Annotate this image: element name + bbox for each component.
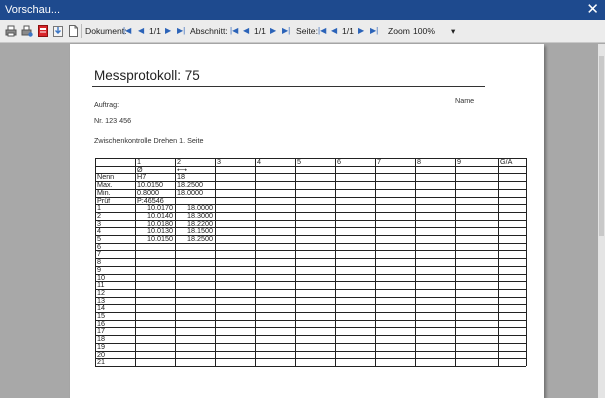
grid-line-horizontal (95, 335, 526, 337)
section-counter: 1/1 (254, 26, 266, 36)
grid-line-horizontal (95, 258, 526, 260)
page-last-icon[interactable]: ▶| (370, 26, 378, 35)
grid-line-vertical (526, 158, 527, 366)
report-page: Messprotokoll: 75 Auftrag: Name Nr. 123 … (70, 44, 544, 398)
page-label: Seite: (296, 26, 318, 36)
column-header: G/A (500, 157, 513, 166)
report-title: Messprotokoll: 75 (94, 68, 200, 83)
column-header: 8 (417, 157, 421, 166)
print-icon[interactable] (5, 25, 17, 37)
pdf-export-icon[interactable] (37, 25, 49, 37)
grid-line-horizontal (95, 350, 526, 352)
name-label: Name (455, 96, 475, 105)
close-icon[interactable]: ✕ (586, 1, 599, 18)
preview-toolbar: Dokument: |◀ ◀ 1/1 ▶ ▶| Abschnitt: |◀ ◀ … (0, 20, 605, 43)
section-first-icon[interactable]: |◀ (230, 26, 238, 35)
section-prev-icon[interactable]: ◀ (243, 26, 249, 35)
measurement-cell: 18.0000 (177, 187, 203, 197)
print-setup-icon[interactable] (21, 25, 33, 37)
document-first-icon[interactable]: |◀ (123, 26, 131, 35)
auftrag-label: Auftrag: (94, 100, 120, 109)
grid-line-horizontal (95, 273, 526, 275)
vertical-scrollbar[interactable] (598, 44, 605, 398)
grid-line-horizontal (95, 265, 526, 267)
column-header: 4 (257, 157, 261, 166)
grid-line-horizontal (95, 358, 526, 360)
grid-line-horizontal (95, 158, 526, 159)
grid-line-horizontal (95, 319, 526, 321)
column-header: 6 (337, 157, 341, 166)
column-header: 3 (217, 157, 221, 166)
measurement-cell: 18.2500 (187, 234, 213, 243)
page-next-icon[interactable]: ▶ (358, 26, 364, 35)
section-label: Abschnitt: (190, 26, 228, 36)
grid-line-horizontal (95, 288, 526, 290)
measurement-cell: 10.0150 (147, 234, 173, 243)
document-last-icon[interactable]: ▶| (177, 26, 185, 35)
column-header: 5 (297, 157, 301, 166)
grid-line-horizontal (95, 296, 526, 298)
window-title: Vorschau... (5, 4, 61, 16)
grid-line-horizontal (95, 281, 526, 283)
scrollbar-thumb[interactable] (599, 56, 604, 236)
document-prev-icon[interactable]: ◀ (138, 26, 144, 35)
zoom-select[interactable]: 100% (413, 26, 435, 36)
grid-line-horizontal (95, 304, 526, 306)
report-subtitle: Zwischenkontrolle Drehen 1. Seite (94, 136, 204, 145)
section-last-icon[interactable]: ▶| (282, 26, 290, 35)
grid-line-horizontal (95, 342, 526, 344)
grid-line-horizontal (95, 173, 526, 175)
toolbar-separator (81, 24, 82, 38)
column-header: 7 (377, 157, 381, 166)
document-counter: 1/1 (149, 26, 161, 36)
grid-line-horizontal (95, 327, 526, 329)
page-counter: 1/1 (342, 26, 354, 36)
order-number: Nr. 123 456 (94, 116, 132, 125)
title-divider (92, 86, 485, 87)
grid-line-horizontal (95, 365, 526, 367)
document-label: Dokument: (85, 26, 127, 36)
grid-line-horizontal (95, 165, 526, 167)
title-bar: Vorschau... ✕ (0, 0, 605, 20)
export-icon[interactable] (52, 25, 64, 37)
grid-line-horizontal (95, 312, 526, 313)
zoom-label: Zoom (388, 26, 410, 36)
zoom-dropdown-icon[interactable]: ▾ (451, 26, 455, 37)
document-next-icon[interactable]: ▶ (165, 26, 171, 35)
grid-line-horizontal (95, 250, 526, 252)
page-first-icon[interactable]: |◀ (318, 26, 326, 35)
page-prev-icon[interactable]: ◀ (331, 26, 337, 35)
section-next-icon[interactable]: ▶ (270, 26, 276, 35)
page-icon[interactable] (67, 25, 79, 37)
row-label: 21 (97, 357, 105, 367)
column-header: 9 (457, 157, 461, 166)
